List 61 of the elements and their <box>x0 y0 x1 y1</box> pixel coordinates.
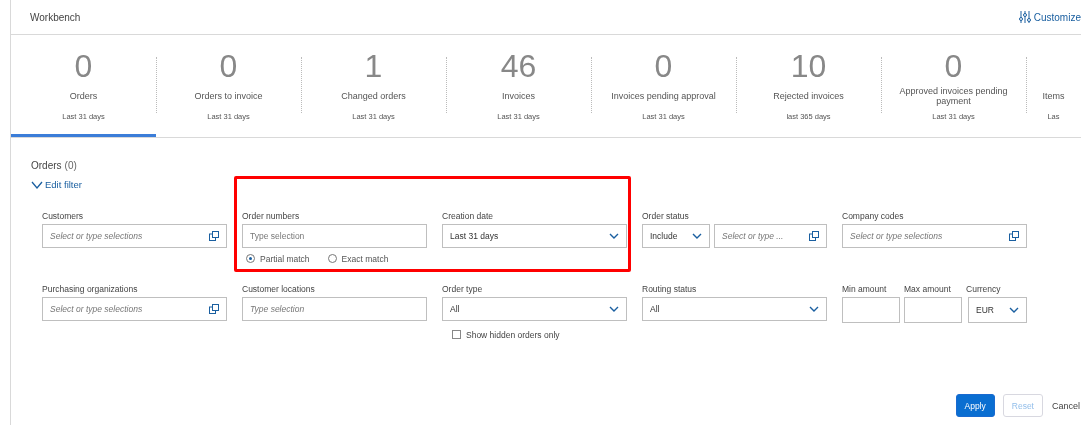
dropdown[interactable]: EUR <box>968 296 1027 323</box>
kpi-count: 0 <box>219 47 238 85</box>
dropdown[interactable]: Include <box>642 223 710 248</box>
copy-icon <box>1009 230 1019 241</box>
multi-select-field[interactable]: Select or type selections <box>42 296 227 321</box>
cancel-link[interactable]: Cancel <box>1051 394 1081 417</box>
dropdown[interactable]: All <box>442 296 627 321</box>
kpi-count: 0 <box>74 47 93 85</box>
kpi-label: Invoices pending approval <box>610 90 717 103</box>
text-field[interactable]: Type selection <box>242 223 427 248</box>
field-label: Order type <box>442 283 484 294</box>
multi-select-field[interactable]: Select or type selections <box>42 223 227 248</box>
kpi-label: Invoices <box>501 90 536 103</box>
copy-icon <box>209 230 219 241</box>
chevron-down-icon <box>609 305 619 312</box>
field-label: Order status <box>642 210 690 221</box>
field-label: Customers <box>42 210 85 221</box>
kpi-label: Changed orders <box>340 90 407 103</box>
kpi-label: Orders <box>68 90 99 103</box>
chevron-down-icon <box>809 305 819 312</box>
field-label: Routing status <box>642 283 698 294</box>
section-title: Orders <box>31 160 62 171</box>
customize-link[interactable]: Customize <box>1018 11 1081 23</box>
chevron-down-icon <box>1009 306 1019 313</box>
order-count: (0) <box>64 160 77 171</box>
action-button[interactable]: Apply <box>955 394 995 417</box>
kpi-count: 1 <box>364 47 383 85</box>
field-label: Creation date <box>442 210 495 221</box>
field-label: Max amount <box>904 283 952 294</box>
field-label: Company codes <box>842 210 905 221</box>
copy-icon <box>209 303 219 314</box>
field-label: Purchasing organizations <box>42 283 139 294</box>
sliders-icon <box>1018 11 1031 23</box>
field-label: Order numbers <box>242 210 301 221</box>
dropdown[interactable]: All <box>642 296 827 321</box>
kpi-label: Rejected invoices <box>772 90 845 103</box>
kpi-count: 10 <box>790 47 827 85</box>
multi-select-field[interactable]: Select or type selections <box>842 223 1027 248</box>
kpi-count: 0 <box>654 47 673 85</box>
radio-option[interactable]: Exact match <box>327 253 389 264</box>
kpi-count: 46 <box>500 47 537 85</box>
kpi-count: 0 <box>944 47 963 85</box>
kpi-label: Orders to invoice <box>193 90 264 103</box>
radio-option[interactable]: Partial match <box>246 253 310 264</box>
kpi-label: Approved invoices pending payment <box>898 85 1009 108</box>
chevron-down-icon <box>31 180 43 189</box>
multi-select-field[interactable]: Select or type ... <box>714 223 827 248</box>
kpi-label: Items <box>1041 90 1066 103</box>
text-field[interactable]: Type selection <box>242 296 427 321</box>
copy-icon <box>809 230 819 241</box>
edit-filter-link[interactable]: Edit filter <box>31 179 82 190</box>
page-title: Workbench <box>30 11 81 23</box>
dropdown[interactable]: Last 31 days <box>442 223 627 248</box>
text-field[interactable] <box>842 296 900 323</box>
field-label: Customer locations <box>242 283 316 294</box>
field-label: Currency <box>966 283 1002 294</box>
text-field[interactable] <box>904 296 963 323</box>
checkbox-option[interactable]: Show hidden orders only <box>442 329 627 340</box>
chevron-down-icon <box>609 232 619 239</box>
chevron-down-icon <box>692 232 702 239</box>
field-label: Min amount <box>842 283 888 294</box>
